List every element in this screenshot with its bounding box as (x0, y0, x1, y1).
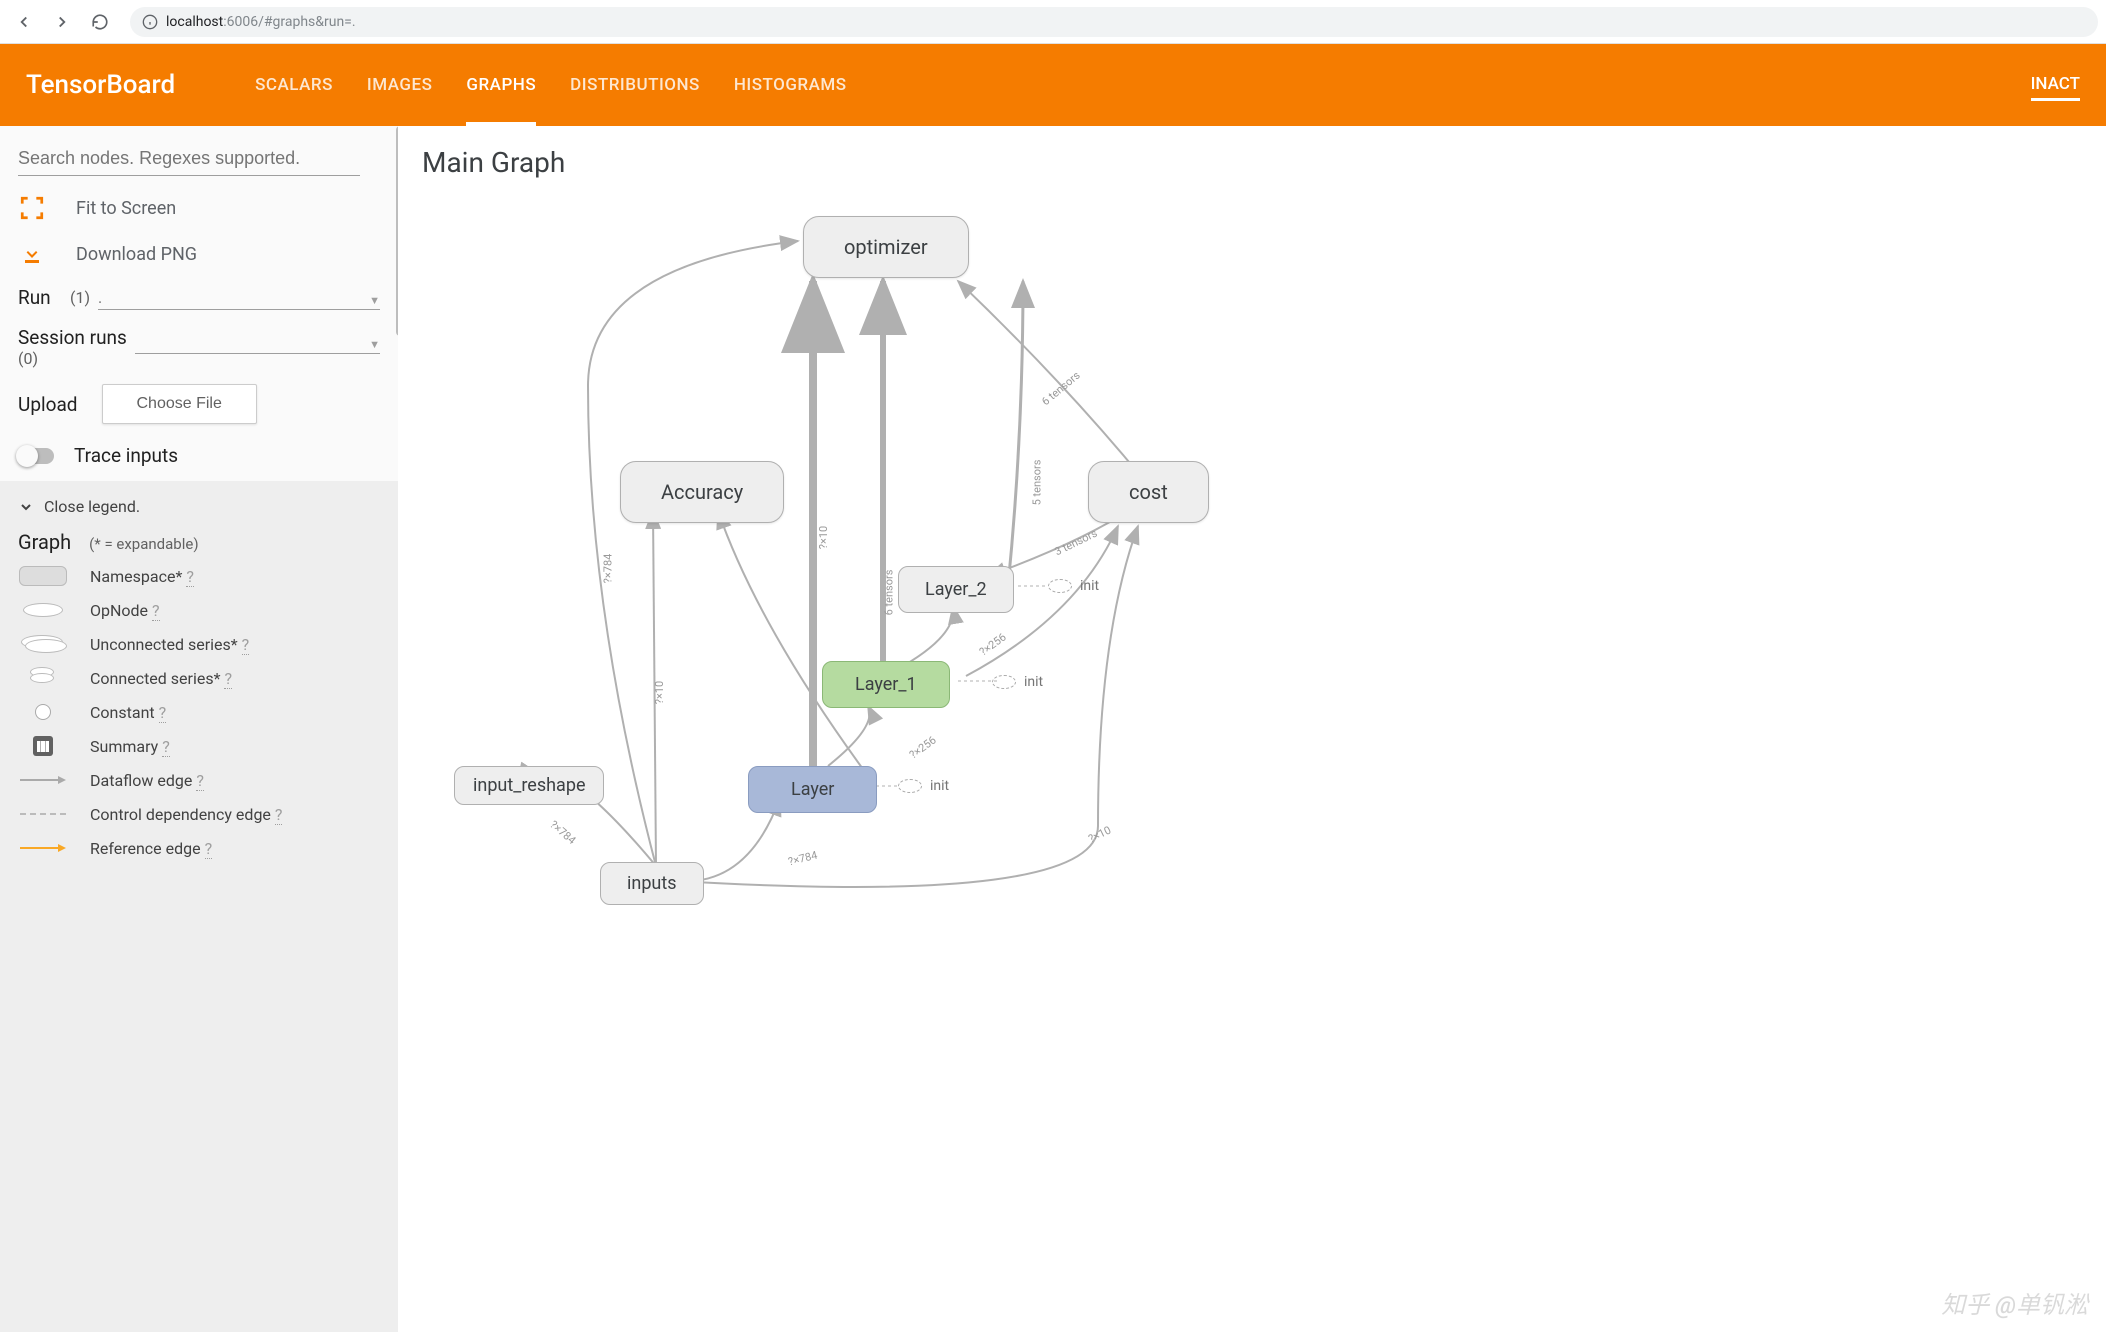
expandable-note: (* = expandable) (89, 535, 198, 553)
tabs: SCALARS IMAGES GRAPHS DISTRIBUTIONS HIST… (255, 44, 2030, 126)
edge-q784c: ?×784 (787, 849, 819, 869)
run-count: (1) (70, 288, 90, 307)
forward-button[interactable] (46, 6, 78, 38)
back-button[interactable] (8, 6, 40, 38)
run-label: Run (18, 286, 62, 309)
fit-to-screen[interactable]: Fit to Screen (18, 194, 380, 222)
connected-series-icon (30, 667, 56, 689)
session-label: Session runs (18, 326, 127, 349)
tab-distributions[interactable]: DISTRIBUTIONS (570, 44, 700, 126)
run-select[interactable]: .▼ (98, 284, 380, 310)
edge-q10a: ?×10 (653, 681, 666, 704)
node-layer1[interactable]: Layer_1 (822, 661, 950, 708)
namespace-icon (19, 566, 67, 586)
edge-6tensors-b: 6 tensors (882, 570, 895, 616)
edge-q256a: ?×256 (977, 631, 1009, 659)
browser-bar: localhost:6006/#graphs&run=. (0, 0, 2106, 44)
constant-icon (35, 704, 51, 720)
legend-section: Close legend. Graph (* = expandable) Nam… (0, 481, 398, 1332)
url-bar[interactable]: localhost:6006/#graphs&run=. (130, 7, 2098, 37)
init-icon (1048, 579, 1072, 593)
legend-reference: Reference edge? (90, 839, 212, 858)
legend-opnode: OpNode? (90, 601, 160, 620)
reference-edge-icon (20, 842, 66, 854)
control-edge-icon (20, 813, 66, 815)
legend-namespace: Namespace*? (90, 567, 194, 586)
edge-q10b: ?×10 (817, 526, 830, 549)
init-icon (992, 675, 1016, 689)
node-cost[interactable]: cost (1088, 461, 1209, 523)
edge-6tensors: 6 tensors (1039, 369, 1082, 408)
sidebar: Fit to Screen Download PNG Run (1) .▼ Se… (0, 126, 398, 1332)
node-layer2[interactable]: Layer_2 (898, 566, 1014, 613)
legend-connected: Connected series*? (90, 669, 232, 688)
inactive-tab[interactable]: INACT (2031, 74, 2080, 101)
tab-images[interactable]: IMAGES (367, 44, 432, 126)
legend-constant: Constant? (90, 703, 166, 722)
edge-5tensors: 5 tensors (1030, 460, 1043, 506)
edge-q784b: ?×784 (547, 818, 578, 847)
init-layer1: init (992, 674, 1043, 690)
init-layer: init (898, 778, 949, 794)
graph-canvas[interactable]: optimizer Accuracy cost Layer_2 Layer_1 … (398, 186, 2106, 1332)
info-icon (142, 14, 158, 30)
init-layer2: init (1048, 578, 1099, 594)
dataflow-edge-icon (20, 774, 66, 786)
node-inputs[interactable]: inputs (600, 862, 704, 905)
legend-dataflow: Dataflow edge? (90, 771, 204, 790)
fit-screen-icon (18, 194, 46, 222)
session-count: (0) (18, 349, 127, 368)
edge-q10c: ?×10 (1086, 824, 1113, 846)
summary-icon (33, 736, 53, 756)
trace-toggle[interactable] (18, 448, 54, 464)
app-title: TensorBoard (26, 70, 175, 100)
download-icon (18, 240, 46, 268)
init-icon (898, 779, 922, 793)
node-optimizer[interactable]: optimizer (803, 216, 969, 278)
watermark: 知乎 @单钒淞 (1941, 1285, 2088, 1320)
reload-button[interactable] (84, 6, 116, 38)
fit-label: Fit to Screen (76, 198, 176, 219)
opnode-icon (23, 603, 63, 617)
tab-scalars[interactable]: SCALARS (255, 44, 333, 126)
legend-control: Control dependency edge? (90, 805, 282, 824)
legend-unconnected: Unconnected series*? (90, 635, 249, 654)
upload-label: Upload (18, 393, 78, 416)
chevron-down-icon (18, 499, 34, 515)
tab-histograms[interactable]: HISTOGRAMS (734, 44, 847, 126)
node-accuracy[interactable]: Accuracy (620, 461, 784, 523)
graph-section-title: Graph (18, 530, 71, 554)
main-content: Main Graph (398, 126, 2106, 1332)
download-png[interactable]: Download PNG (18, 240, 380, 268)
legend-summary: Summary? (90, 737, 170, 756)
close-legend[interactable]: Close legend. (18, 497, 380, 516)
unconnected-series-icon (21, 635, 65, 653)
search-input[interactable] (18, 142, 360, 176)
edge-q256b: ?×256 (907, 734, 939, 762)
tensorboard-header: TensorBoard SCALARS IMAGES GRAPHS DISTRI… (0, 44, 2106, 126)
session-select[interactable]: ▼ (135, 328, 380, 354)
tab-graphs[interactable]: GRAPHS (466, 44, 536, 126)
trace-label: Trace inputs (74, 444, 178, 467)
download-label: Download PNG (76, 244, 197, 265)
main-graph-title: Main Graph (422, 146, 2082, 179)
edge-3tensors: 3 tensors (1052, 527, 1099, 559)
edge-q784a: ?×784 (601, 554, 614, 584)
node-input-reshape[interactable]: input_reshape (454, 766, 604, 805)
url-text: localhost:6006/#graphs&run=. (166, 14, 356, 30)
choose-file-button[interactable]: Choose File (102, 384, 257, 424)
node-layer[interactable]: Layer (748, 766, 877, 813)
